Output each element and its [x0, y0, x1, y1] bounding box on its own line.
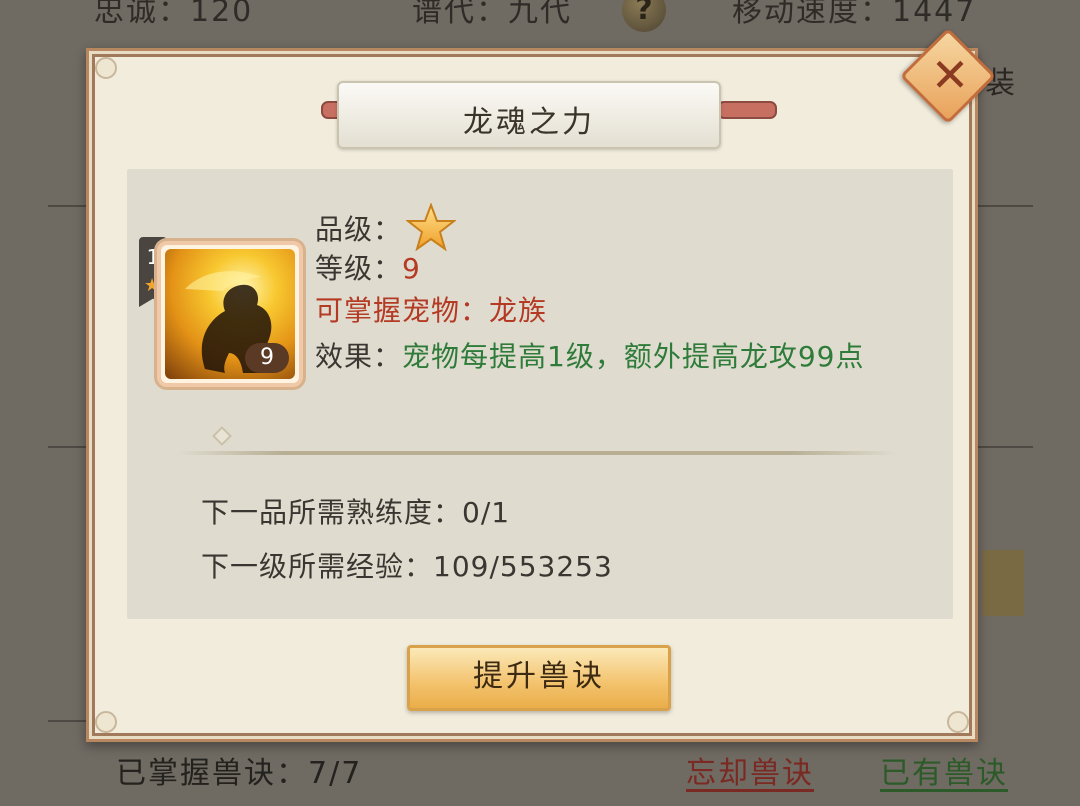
star-icon: [406, 203, 457, 251]
loyalty-stat: 忠诚：120: [94, 0, 254, 29]
dragon-skill-art: 9: [165, 249, 295, 379]
pet-requirement: 可掌握宠物：龙族: [315, 294, 548, 327]
skill-icon[interactable]: 9: [157, 241, 303, 387]
effect-row: 效果：宠物每提高1级，额外提高龙攻99点: [315, 335, 864, 375]
section-divider: [177, 451, 897, 455]
forget-skill-link[interactable]: 忘却兽诀: [686, 748, 814, 792]
learned-count: 已掌握兽诀：7/7: [116, 756, 363, 791]
title-ornament-right: [717, 101, 777, 119]
skill-detail-dialog: 龙魂之力 1 ★ 9 品级： 等级：9 可掌握宠物：龙族 效果：宠物每提高1级，…: [86, 48, 978, 742]
bg-divider: [48, 446, 88, 448]
grade-row: 品级：: [315, 203, 457, 251]
owned-skills-link[interactable]: 已有兽诀: [880, 748, 1008, 792]
corner-ornament: [95, 711, 117, 733]
bg-divider: [975, 205, 1033, 207]
close-icon[interactable]: ✕: [920, 45, 980, 105]
title-plate: 龙魂之力: [337, 81, 721, 149]
next-grade-requirement: 下一品所需熟练度：0/1: [201, 496, 511, 529]
effect-label: 效果：: [315, 340, 403, 373]
level-value: 9: [402, 252, 421, 285]
bg-divider: [48, 720, 88, 722]
info-panel: 1 ★ 9 品级： 等级：9 可掌握宠物：龙族 效果：宠物每提高1级，额外提高龙…: [127, 169, 953, 619]
upgrade-skill-button[interactable]: 提升兽诀: [407, 645, 671, 711]
item-level-badge: 9: [245, 343, 289, 373]
frame-ornament: [212, 426, 232, 446]
next-level-requirement: 下一级所需经验：109/553253: [201, 550, 613, 583]
corner-ornament: [95, 57, 117, 79]
corner-ornament: [947, 711, 969, 733]
side-button[interactable]: [982, 550, 1024, 616]
generation-stat: 谱代：九代: [412, 0, 572, 29]
level-row: 等级：9: [315, 247, 421, 287]
help-icon[interactable]: ?: [622, 0, 666, 32]
dialog-title: 龙魂之力: [463, 105, 595, 140]
level-label: 等级：: [315, 252, 403, 285]
bg-divider: [975, 446, 1033, 448]
grade-label: 品级：: [315, 213, 403, 246]
move-speed-stat: 移动速度：1447: [732, 0, 977, 29]
bg-divider: [48, 205, 88, 207]
effect-value: 宠物每提高1级，额外提高龙攻99点: [402, 340, 865, 373]
